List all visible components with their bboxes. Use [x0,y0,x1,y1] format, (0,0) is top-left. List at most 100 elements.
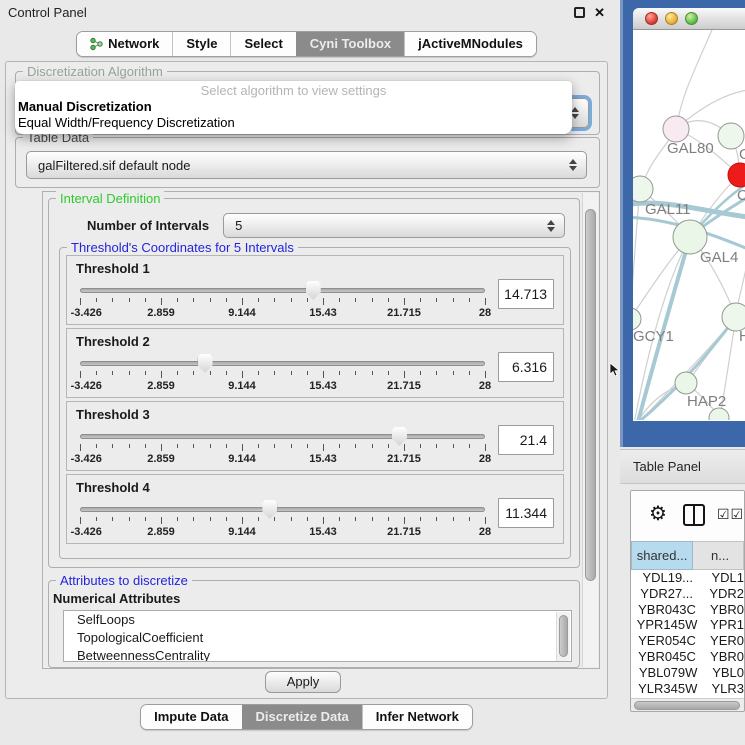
combo-value: 5 [235,218,242,233]
tab-style[interactable]: Style [172,32,230,56]
table-horizontal-scrollbar[interactable] [631,698,744,712]
node-label: G [739,146,745,163]
table-row[interactable]: YDL19...YDL1 [631,570,744,586]
cell-name: YLR3 [704,681,744,697]
attributes-scrollbar[interactable] [556,612,570,662]
table-row[interactable]: YBR043CYBR0 [631,602,744,618]
network-window-titlebar[interactable] [633,8,745,30]
tab-select[interactable]: Select [230,32,295,56]
column-header-shared-name[interactable]: shared... [631,541,693,570]
settings-scroll-viewport: Interval Definition Number of Intervals … [42,191,600,669]
table-row[interactable]: YPR145WYPR1 [631,617,744,633]
tab-cyni-toolbox[interactable]: Cyni Toolbox [296,32,404,56]
attributes-group: Attributes to discretize Numerical Attri… [48,580,580,668]
tab-impute-data[interactable]: Impute Data [141,705,241,729]
threshold-value-field[interactable]: 6.316 [498,352,554,382]
network-view-window: GAL80GCGAL11GAL4GCY1HHAP2 [633,8,745,421]
network-icon [90,37,103,51]
tab-label: Select [244,32,282,56]
table-header-row: shared... n... [631,541,744,570]
zoom-traffic-light-icon[interactable] [685,12,698,25]
threshold-value-field[interactable]: 11.344 [498,498,554,528]
tab-label: Style [186,32,217,56]
column-header-name[interactable]: n... [693,541,744,570]
network-node-gal80[interactable] [663,116,689,142]
popup-prompt: Select algorithm to view settings [15,83,572,99]
split-view-icon[interactable] [683,504,705,526]
tab-infer-network[interactable]: Infer Network [362,705,472,729]
top-tab-bar: Network Style Select Cyni Toolbox jActiveMNo… [0,31,613,57]
threshold-slider[interactable]: -3.4262.8599.14415.4321.71528 [80,498,485,542]
tab-label: Infer Network [376,705,459,729]
combo-arrows-icon [571,107,579,119]
group-title: Discretization Algorithm [23,64,167,79]
float-window-icon[interactable] [574,7,585,18]
threshold-slider[interactable]: -3.4262.8599.14415.4321.71528 [80,425,485,469]
apply-button[interactable]: Apply [265,671,341,693]
table-row[interactable]: YBL079WYBL0 [631,665,744,681]
popup-option[interactable]: Equal Width/Frequency Discretization [15,115,572,131]
cell-name: YDL1 [704,570,744,586]
network-node-hap2[interactable] [675,372,697,394]
table-row[interactable]: YBR045CYBR0 [631,649,744,665]
select-columns-icon[interactable]: ☑☑ [717,506,744,523]
network-node-gal11[interactable] [633,176,653,202]
tab-label: Discretize Data [256,705,349,729]
threshold-label: Threshold 3 [76,407,554,422]
node-label: GAL11 [645,201,691,218]
close-icon[interactable]: ✕ [594,7,605,18]
cell-shared-name: YBR043C [631,602,703,618]
table-panel-title: Table Panel [633,459,701,474]
threshold-value-field[interactable]: 14.713 [498,279,554,309]
threshold-panel-1: Threshold 1-3.4262.8599.14415.4321.71528… [66,255,564,325]
threshold-slider[interactable]: -3.4262.8599.14415.4321.71528 [80,279,485,323]
attributes-list[interactable]: SelfLoopsTopologicalCoefficientBetweenne… [63,610,572,662]
node-label: C [737,187,745,204]
network-node-gcy1[interactable] [633,308,641,330]
table-row[interactable]: YER054CYER0 [631,633,744,649]
combo-arrows-icon [569,159,577,171]
gear-icon[interactable]: ⚙ [649,501,667,526]
group-title: Threshold's Coordinates for 5 Intervals [67,240,298,255]
network-node-h[interactable] [722,303,745,331]
table-data-combobox[interactable]: galFiltered.sif default node [26,151,587,179]
combo-value: galFiltered.sif default node [38,158,190,173]
tab-network[interactable]: Network [77,32,172,56]
threshold-value-field[interactable]: 21.4 [498,425,554,455]
cell-name: YPR1 [703,617,744,633]
close-traffic-light-icon[interactable] [645,12,658,25]
tab-discretize-data[interactable]: Discretize Data [242,705,362,729]
popup-option[interactable]: Manual Discretization [15,99,572,115]
table-rows: YDL19...YDL1YDR27...YDR2YBR043CYBR0YPR14… [631,570,744,698]
network-canvas[interactable]: GAL80GCGAL11GAL4GCY1HHAP2 [633,30,745,420]
attribute-item[interactable]: BetweennessCentrality [64,647,571,662]
attribute-item[interactable]: SelfLoops [64,611,571,629]
control-panel-titlebar: Control Panel ✕ [0,0,613,26]
thresholds-group: Threshold's Coordinates for 5 Intervals … [59,247,571,559]
group-title: Interval Definition [56,191,164,206]
tab-label: jActiveMNodules [418,32,523,56]
threshold-panel-4: Threshold 4-3.4262.8599.14415.4321.71528… [66,474,564,544]
table-row[interactable]: YDR27...YDR2 [631,586,744,602]
threshold-panel-2: Threshold 2-3.4262.8599.14415.4321.71528… [66,328,564,398]
attribute-item[interactable]: TopologicalCoefficient [64,629,571,647]
table-toolbar: ⚙ ☑☑ [631,491,744,541]
threshold-slider[interactable]: -3.4262.8599.14415.4321.71528 [80,352,485,396]
cell-shared-name: YBL079W [631,665,705,681]
table-row[interactable]: YLR345WYLR3 [631,681,744,697]
table-panel-titlebar: Table Panel [620,449,745,484]
node-label: GCY1 [633,328,674,345]
numerical-attributes-label: Numerical Attributes [53,591,180,606]
tab-label: Network [108,32,159,56]
cell-name: YBL0 [705,665,744,681]
cell-name: YBR0 [703,602,744,618]
cell-name: YDR2 [702,586,744,602]
minimize-traffic-light-icon[interactable] [665,12,678,25]
settings-vertical-scrollbar[interactable] [582,193,598,667]
number-of-intervals-combobox[interactable]: 5 [223,213,565,238]
tab-jactivemnodules[interactable]: jActiveMNodules [404,32,536,56]
cell-shared-name: YLR345W [631,681,704,697]
node-label: GAL4 [700,249,738,266]
panel-title: Control Panel [8,5,87,20]
interval-definition-group: Interval Definition Number of Intervals … [48,198,580,568]
